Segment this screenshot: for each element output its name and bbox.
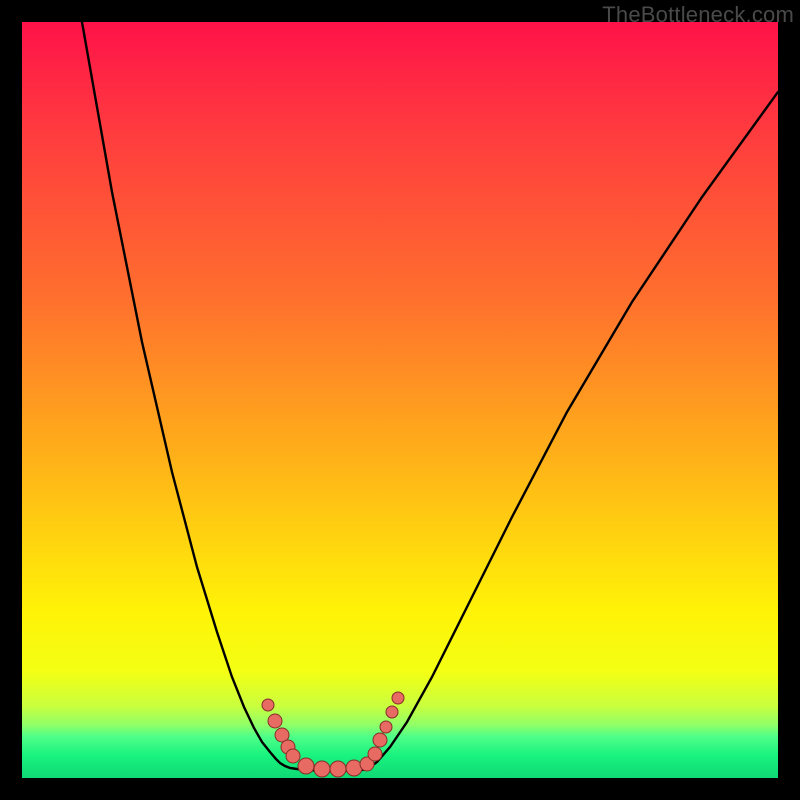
plot-frame (22, 22, 778, 778)
curve-marker (368, 747, 382, 761)
bottleneck-curve (82, 22, 778, 771)
curve-marker (392, 692, 404, 704)
curve-marker (373, 733, 387, 747)
curve-marker (268, 714, 282, 728)
curve-marker (346, 760, 362, 776)
curve-marker (314, 761, 330, 777)
curve-marker (386, 706, 398, 718)
curve-marker (298, 758, 314, 774)
curve-marker (380, 721, 392, 733)
curve-marker (286, 749, 300, 763)
curve-marker (262, 699, 274, 711)
curve-marker (330, 761, 346, 777)
plot-svg (22, 22, 778, 778)
